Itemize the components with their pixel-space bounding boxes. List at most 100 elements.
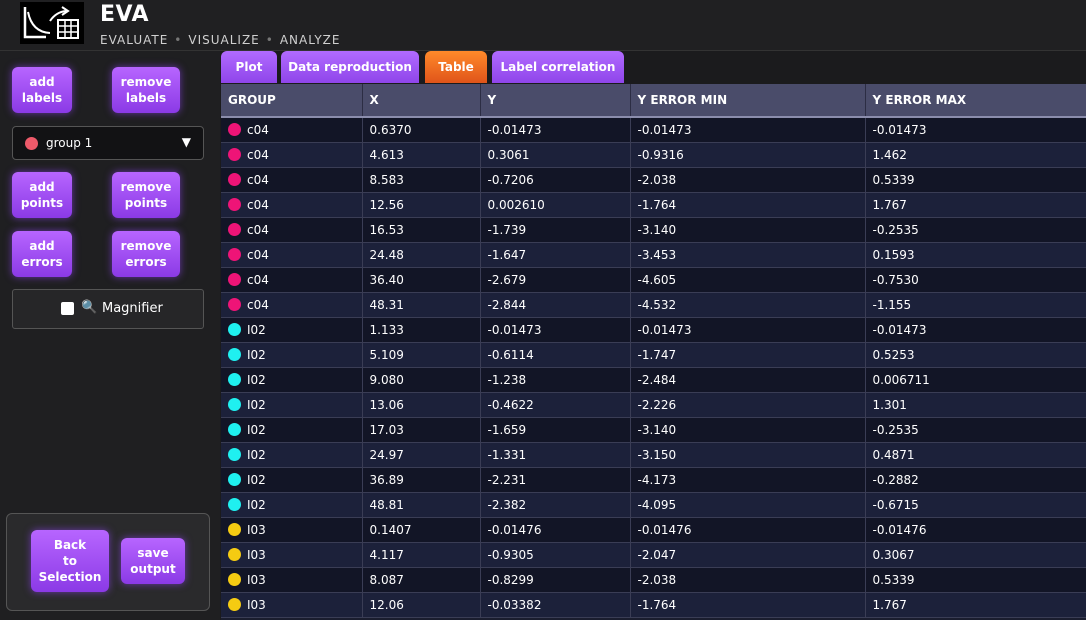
- y-cell: -0.01473: [480, 117, 631, 143]
- remove-points-button[interactable]: remove points: [112, 172, 180, 218]
- y-cell: -0.9305: [480, 542, 631, 568]
- table-row[interactable]: I02 5.109 -0.6114 -1.747 0.5253: [221, 342, 1086, 368]
- group-label: c04: [247, 272, 269, 287]
- add-labels-button[interactable]: add labels: [12, 67, 72, 113]
- table-row[interactable]: c04 12.56 0.002610 -1.764 1.767: [221, 192, 1086, 218]
- y-error-min-cell: -2.484: [630, 367, 866, 393]
- magnifier-toggle[interactable]: 🔍 Magnifier: [12, 289, 204, 329]
- table-row[interactable]: I03 12.06 -0.03382 -1.764 1.767: [221, 592, 1086, 618]
- table-row[interactable]: I02 13.06 -0.4622 -2.226 1.301: [221, 392, 1086, 418]
- y-cell: -1.238: [480, 367, 631, 393]
- table-row[interactable]: I03 0.1407 -0.01476 -0.01476 -0.01476: [221, 517, 1086, 543]
- group-label: I02: [247, 322, 266, 337]
- table-row[interactable]: c04 0.6370 -0.01473 -0.01473 -0.01473: [221, 117, 1086, 143]
- data-table-container[interactable]: GROUP X Y Y ERROR MIN Y ERROR MAX c04 0.6…: [221, 84, 1086, 620]
- subtitle-evaluate: EVALUATE: [100, 33, 169, 47]
- caret-down-icon: ▼: [181, 135, 191, 149]
- y-error-min-cell: -2.038: [630, 167, 866, 193]
- back-to-selection-button[interactable]: Back to Selection: [31, 530, 109, 592]
- y-error-min-cell: -1.764: [630, 192, 866, 218]
- group-label: c04: [247, 222, 269, 237]
- y-cell: -0.01476: [480, 517, 631, 543]
- group-label: c04: [247, 147, 269, 162]
- table-row[interactable]: I03 4.117 -0.9305 -2.047 0.3067: [221, 542, 1086, 568]
- table-row[interactable]: c04 24.48 -1.647 -3.453 0.1593: [221, 242, 1086, 268]
- tab-plot[interactable]: Plot: [221, 51, 277, 83]
- data-table: GROUP X Y Y ERROR MIN Y ERROR MAX c04 0.6…: [221, 84, 1086, 618]
- column-header-y-error-min[interactable]: Y ERROR MIN: [630, 84, 866, 118]
- y-error-max-cell: -0.01473: [865, 317, 1086, 343]
- y-cell: -1.331: [480, 442, 631, 468]
- y-error-max-cell: 1.767: [865, 192, 1086, 218]
- table-header-row: GROUP X Y Y ERROR MIN Y ERROR MAX: [221, 84, 1086, 118]
- table-row[interactable]: I02 1.133 -0.01473 -0.01473 -0.01473: [221, 317, 1086, 343]
- group-label: c04: [247, 172, 269, 187]
- tab-data-reproduction[interactable]: Data reproduction: [281, 51, 419, 83]
- group-cell: I02: [221, 492, 363, 518]
- group-label: I02: [247, 497, 266, 512]
- y-error-min-cell: -0.01476: [630, 517, 866, 543]
- y-error-min-cell: -0.01473: [630, 317, 866, 343]
- column-header-group[interactable]: GROUP: [221, 84, 363, 118]
- table-row[interactable]: c04 4.613 0.3061 -0.9316 1.462: [221, 142, 1086, 168]
- y-error-min-cell: -0.9316: [630, 142, 866, 168]
- x-cell: 48.81: [362, 492, 481, 518]
- group-label: c04: [247, 297, 269, 312]
- remove-errors-button[interactable]: remove errors: [112, 231, 180, 277]
- y-error-min-cell: -2.038: [630, 567, 866, 593]
- table-row[interactable]: c04 8.583 -0.7206 -2.038 0.5339: [221, 167, 1086, 193]
- table-row[interactable]: I02 36.89 -2.231 -4.173 -0.2882: [221, 467, 1086, 493]
- y-error-max-cell: 1.301: [865, 392, 1086, 418]
- remove-labels-button[interactable]: remove labels: [112, 67, 180, 113]
- y-error-min-cell: -3.140: [630, 417, 866, 443]
- y-error-min-cell: -2.226: [630, 392, 866, 418]
- y-error-max-cell: 0.3067: [865, 542, 1086, 568]
- column-header-x[interactable]: X: [362, 84, 481, 118]
- x-cell: 36.89: [362, 467, 481, 493]
- sidebar: add labels remove labels group 1 ▼ add p…: [0, 51, 220, 620]
- table-row[interactable]: I02 48.81 -2.382 -4.095 -0.6715: [221, 492, 1086, 518]
- add-errors-button[interactable]: add errors: [12, 231, 72, 277]
- y-error-min-cell: -1.747: [630, 342, 866, 368]
- group-color-dot: [228, 372, 241, 386]
- y-error-max-cell: -0.01473: [865, 117, 1086, 143]
- group-color-dot: [228, 572, 241, 586]
- group-cell: I02: [221, 442, 363, 468]
- group-cell: c04: [221, 242, 363, 268]
- group-select[interactable]: group 1 ▼: [12, 126, 204, 160]
- tab-table[interactable]: Table: [425, 51, 487, 83]
- table-row[interactable]: I03 8.087 -0.8299 -2.038 0.5339: [221, 567, 1086, 593]
- group-color-dot: [228, 522, 241, 536]
- y-error-max-cell: -0.7530: [865, 267, 1086, 293]
- magnifier-checkbox[interactable]: [61, 302, 74, 315]
- group-label: c04: [247, 197, 269, 212]
- x-cell: 4.117: [362, 542, 481, 568]
- tab-label-correlation[interactable]: Label correlation: [492, 51, 624, 83]
- y-error-max-cell: 0.4871: [865, 442, 1086, 468]
- table-row[interactable]: c04 48.31 -2.844 -4.532 -1.155: [221, 292, 1086, 318]
- table-row[interactable]: I02 9.080 -1.238 -2.484 0.006711: [221, 367, 1086, 393]
- x-cell: 13.06: [362, 392, 481, 418]
- group-cell: c04: [221, 217, 363, 243]
- column-header-y-error-max[interactable]: Y ERROR MAX: [865, 84, 1086, 118]
- y-error-max-cell: 0.1593: [865, 242, 1086, 268]
- x-cell: 4.613: [362, 142, 481, 168]
- y-error-max-cell: 0.5339: [865, 167, 1086, 193]
- group-color-dot: [228, 347, 241, 361]
- y-cell: -2.844: [480, 292, 631, 318]
- table-row[interactable]: c04 16.53 -1.739 -3.140 -0.2535: [221, 217, 1086, 243]
- x-cell: 17.03: [362, 417, 481, 443]
- group-label: c04: [247, 247, 269, 262]
- magnifier-label: Magnifier: [102, 301, 163, 316]
- table-row[interactable]: I02 17.03 -1.659 -3.140 -0.2535: [221, 417, 1086, 443]
- bottom-actions-panel: Back to Selection save output: [6, 513, 210, 611]
- add-points-button[interactable]: add points: [12, 172, 72, 218]
- table-row[interactable]: c04 36.40 -2.679 -4.605 -0.7530: [221, 267, 1086, 293]
- save-output-button[interactable]: save output: [121, 538, 185, 584]
- table-row[interactable]: I02 24.97 -1.331 -3.150 0.4871: [221, 442, 1086, 468]
- group-color-dot: [228, 147, 241, 161]
- group-select-value: group 1: [46, 136, 93, 150]
- y-cell: -0.8299: [480, 567, 631, 593]
- column-header-y[interactable]: Y: [480, 84, 631, 118]
- y-error-max-cell: 0.5339: [865, 567, 1086, 593]
